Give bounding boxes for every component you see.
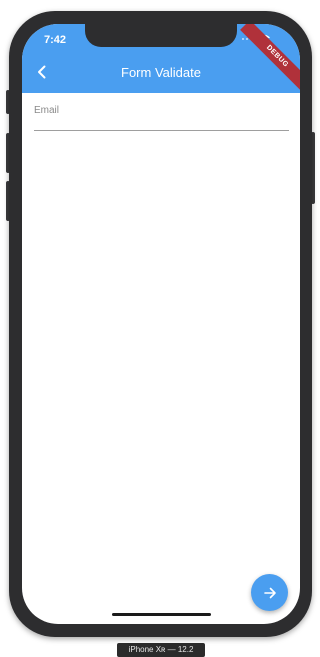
email-label: Email — [34, 105, 60, 116]
arrow-right-icon — [263, 587, 276, 598]
device-label: iPhone Xʀ — 12.2 — [117, 643, 205, 657]
status-time: 7:42 — [44, 34, 67, 46]
home-indicator[interactable] — [112, 613, 211, 616]
email-field[interactable] — [34, 118, 289, 130]
notch — [85, 24, 237, 47]
phone-screen: 7:42 DEBUG Form Validate Email — [22, 24, 300, 624]
debug-banner: DEBUG — [240, 24, 300, 94]
submit-fab-button[interactable] — [251, 574, 288, 611]
app-bar: 7:42 DEBUG Form Validate — [22, 24, 300, 94]
email-underline — [34, 130, 289, 131]
simulator-stage: 7:42 DEBUG Form Validate Email iPhone Xʀ… — [0, 0, 320, 657]
page-title: Form Validate — [121, 65, 201, 80]
